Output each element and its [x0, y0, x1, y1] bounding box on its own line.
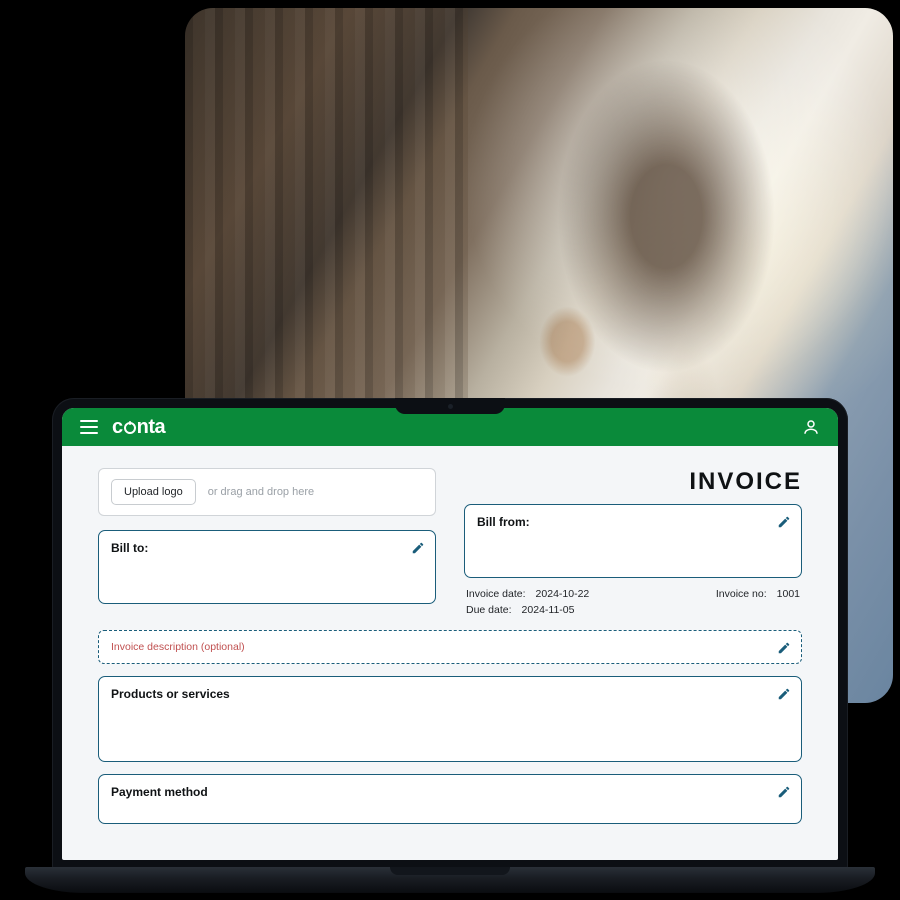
bill-from-field[interactable]: Bill from: — [464, 504, 802, 578]
invoice-form: Upload logo or drag and drop here Bill t… — [62, 446, 838, 860]
edit-icon[interactable] — [411, 541, 425, 555]
description-placeholder: Invoice description (optional) — [111, 641, 245, 653]
invoice-date-label: Invoice date: — [466, 588, 526, 600]
laptop-mockup: cnta Upload logo or drag and drop here — [25, 398, 875, 893]
laptop-base — [25, 867, 875, 893]
invoice-description-field[interactable]: Invoice description (optional) — [98, 630, 802, 664]
products-label: Products or services — [111, 687, 789, 701]
edit-icon[interactable] — [777, 687, 791, 701]
upload-logo-button[interactable]: Upload logo — [111, 479, 196, 505]
invoice-no-label: Invoice no: — [716, 588, 767, 600]
invoice-meta-row-1: Invoice date: 2024-10-22 Invoice no: 100… — [464, 588, 802, 600]
invoice-no-value[interactable]: 1001 — [777, 588, 800, 600]
logo-upload-area[interactable]: Upload logo or drag and drop here — [98, 468, 436, 516]
laptop-screen-frame: cnta Upload logo or drag and drop here — [52, 398, 848, 870]
hamburger-menu-icon[interactable] — [80, 420, 98, 434]
app-screen: cnta Upload logo or drag and drop here — [62, 408, 838, 860]
user-profile-icon[interactable] — [802, 418, 820, 436]
payment-label: Payment method — [111, 785, 789, 799]
products-services-field[interactable]: Products or services — [98, 676, 802, 762]
due-date-label: Due date: — [466, 604, 512, 616]
brand-logo[interactable]: cnta — [112, 416, 165, 439]
edit-icon[interactable] — [777, 515, 791, 529]
laptop-notch — [395, 398, 505, 414]
bill-to-field[interactable]: Bill to: — [98, 530, 436, 604]
edit-icon[interactable] — [777, 641, 791, 655]
due-date-value[interactable]: 2024-11-05 — [522, 604, 575, 616]
bill-from-label: Bill from: — [477, 515, 789, 529]
invoice-meta-row-2: Due date: 2024-11-05 — [464, 604, 802, 616]
invoice-title: INVOICE — [464, 468, 802, 496]
upload-hint-text: or drag and drop here — [208, 486, 314, 498]
edit-icon[interactable] — [777, 785, 791, 799]
bill-to-label: Bill to: — [111, 541, 423, 555]
invoice-date-value[interactable]: 2024-10-22 — [536, 588, 590, 600]
payment-method-field[interactable]: Payment method — [98, 774, 802, 824]
